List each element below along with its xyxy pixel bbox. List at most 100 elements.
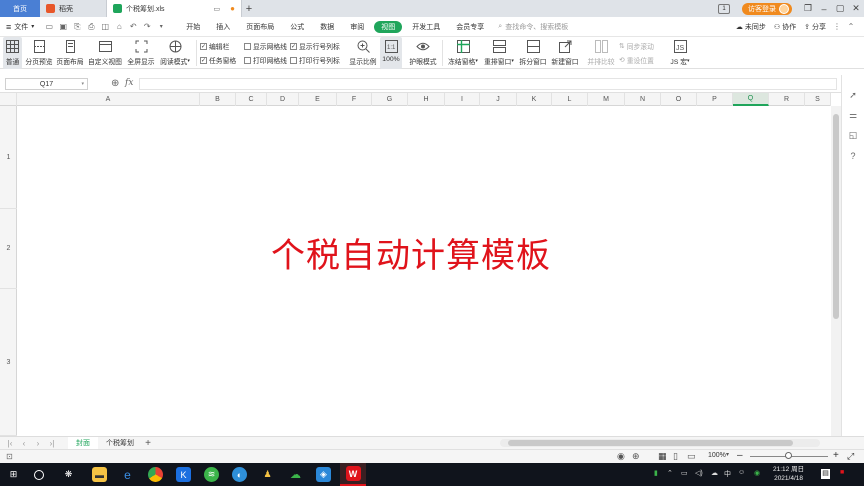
- macro-record-icon[interactable]: ⊡: [6, 452, 13, 461]
- horizontal-scrollbar[interactable]: [500, 439, 820, 447]
- input-method-icon[interactable]: ◉: [754, 469, 760, 477]
- share-button[interactable]: ⇪ 分享: [804, 22, 826, 32]
- column-header-a[interactable]: A: [17, 93, 200, 106]
- column-header-n[interactable]: N: [625, 93, 661, 106]
- reading-mode-button[interactable]: 阅读模式 ▾: [158, 37, 192, 69]
- restore-icon[interactable]: ❐: [800, 3, 816, 14]
- pointer-icon[interactable]: ➚: [847, 89, 859, 101]
- help-icon[interactable]: ?: [847, 150, 859, 162]
- menu-developer[interactable]: 开发工具: [404, 17, 448, 37]
- menu-review[interactable]: 审阅: [342, 17, 372, 37]
- column-header-m[interactable]: M: [588, 93, 625, 106]
- menu-view[interactable]: 视图: [374, 20, 403, 33]
- arrange-windows-button[interactable]: 重排窗口 ▾: [482, 37, 516, 69]
- maximize-icon[interactable]: ▢: [832, 3, 848, 14]
- menu-start[interactable]: 开始: [178, 17, 208, 37]
- cloud-tray-icon[interactable]: ☁: [711, 469, 718, 477]
- edit-bar-checkbox[interactable]: ✓ 编辑栏: [200, 40, 229, 52]
- save-icon[interactable]: ▣: [58, 22, 68, 32]
- emoji-icon[interactable]: ☺: [738, 469, 745, 476]
- app-green-icon[interactable]: ≋: [204, 467, 219, 482]
- column-header-q[interactable]: Q: [733, 93, 769, 106]
- menu-insert[interactable]: 插入: [208, 17, 238, 37]
- file-menu[interactable]: ≡ 文件 ▾: [0, 17, 42, 37]
- js-macro-button[interactable]: JS JS 宏 ▾: [668, 37, 692, 69]
- first-sheet-icon[interactable]: |‹: [5, 437, 15, 449]
- page-layout-icon[interactable]: ▯: [673, 451, 678, 462]
- menu-page-layout[interactable]: 页面布局: [238, 17, 282, 37]
- zoom-in-icon[interactable]: ⊕: [111, 78, 119, 89]
- column-header-s[interactable]: S: [805, 93, 831, 106]
- page-break-preview-button[interactable]: 分页预览: [25, 37, 53, 69]
- column-header-j[interactable]: J: [480, 93, 517, 106]
- volume-icon[interactable]: ◁): [695, 469, 703, 477]
- normal-view-icon[interactable]: ▦: [658, 451, 667, 462]
- screen-icon[interactable]: ▭: [214, 5, 221, 13]
- new-tab-button[interactable]: +: [242, 0, 256, 17]
- task-pane-checkbox[interactable]: ✓ 任务窗格: [200, 54, 236, 66]
- column-header-f[interactable]: F: [337, 93, 372, 106]
- wechat-icon[interactable]: ☁: [288, 467, 303, 482]
- column-header-h[interactable]: H: [408, 93, 445, 106]
- minimize-icon[interactable]: –: [816, 4, 832, 14]
- zoom-slider-thumb[interactable]: [785, 452, 792, 459]
- tab-document[interactable]: 个税筹划.xls ▭ ●: [106, 0, 242, 17]
- side-by-side-button[interactable]: 并排比较: [586, 37, 616, 69]
- column-header-b[interactable]: B: [200, 93, 236, 106]
- zoom-level[interactable]: 100%: [708, 452, 726, 459]
- column-header-i[interactable]: I: [445, 93, 480, 106]
- reading-mode-icon[interactable]: ⊕: [632, 451, 640, 462]
- battery-icon[interactable]: ▮: [654, 469, 658, 477]
- tab-daoke[interactable]: 稻壳: [40, 0, 106, 17]
- system-clock[interactable]: 21:12 周日 2021/4/18: [773, 465, 804, 483]
- fit-window-icon[interactable]: ⤢: [847, 451, 854, 462]
- horizontal-scroll-thumb[interactable]: [508, 440, 793, 446]
- file-explorer-icon[interactable]: ▬: [92, 467, 107, 482]
- print-icon[interactable]: ⎙: [86, 22, 96, 32]
- name-box[interactable]: Q17 ▾: [5, 78, 88, 90]
- fx-icon[interactable]: fx: [125, 78, 133, 88]
- menu-formula[interactable]: 公式: [282, 17, 312, 37]
- custom-view-button[interactable]: 自定义视图: [87, 37, 123, 69]
- reset-position-button[interactable]: ⟲ 重设位置: [619, 54, 654, 66]
- window-count-badge[interactable]: 1: [718, 3, 730, 14]
- show-gridlines-checkbox[interactable]: 显示网格线: [244, 40, 287, 52]
- freeze-panes-button[interactable]: 冻结窗格 ▾: [446, 37, 480, 69]
- column-header-l[interactable]: L: [552, 93, 588, 106]
- fullscreen-button[interactable]: 全屏显示: [127, 37, 155, 69]
- tray-wps-icon[interactable]: ■: [840, 469, 844, 476]
- page-break-icon[interactable]: ▭: [687, 451, 696, 462]
- sync-scroll-button[interactable]: ⇅ 同步滚动: [619, 40, 654, 52]
- column-header-e[interactable]: E: [299, 93, 337, 106]
- zoom-in-icon[interactable]: +: [833, 450, 839, 461]
- qq-icon[interactable]: ♟: [260, 467, 275, 482]
- column-header-o[interactable]: O: [661, 93, 697, 106]
- app-doc-icon[interactable]: ◈: [316, 467, 331, 482]
- formula-input[interactable]: [139, 78, 837, 90]
- redo-icon[interactable]: ↷: [142, 22, 152, 32]
- sync-status[interactable]: ☁ 未同步: [736, 22, 766, 32]
- tab-home[interactable]: 首页: [0, 0, 40, 17]
- column-header-p[interactable]: P: [697, 93, 733, 106]
- collaborate-button[interactable]: ⚇ 协作: [774, 22, 796, 32]
- undo-icon[interactable]: ↶: [128, 22, 138, 32]
- print-gridlines-checkbox[interactable]: 打印网格线: [244, 54, 287, 66]
- page-layout-view-button[interactable]: 页面布局: [56, 37, 84, 69]
- format-painter-icon[interactable]: ⌂: [114, 22, 124, 32]
- collapse-ribbon-icon[interactable]: ⌃: [846, 22, 856, 32]
- search-icon[interactable]: [34, 470, 44, 480]
- network-icon[interactable]: ▭: [681, 469, 688, 477]
- column-header-c[interactable]: C: [236, 93, 267, 106]
- app-blue-icon[interactable]: ◐: [232, 467, 247, 482]
- sheet-tab-cover[interactable]: 封面: [68, 437, 98, 449]
- sheet-tab-tax-plan[interactable]: 个税筹划: [100, 437, 140, 449]
- print-headers-checkbox[interactable]: 打印行号列标: [290, 54, 340, 66]
- row-header-2[interactable]: 2: [0, 209, 17, 289]
- notification-icon[interactable]: ▤: [821, 469, 830, 479]
- zoom-out-icon[interactable]: –: [737, 450, 743, 461]
- new-doc-icon[interactable]: ▭: [44, 22, 54, 32]
- app-k-icon[interactable]: K: [176, 467, 191, 482]
- normal-view-button[interactable]: 普通: [3, 37, 22, 69]
- chrome-icon[interactable]: [148, 467, 163, 482]
- visitor-login-button[interactable]: 访客登录: [742, 2, 792, 15]
